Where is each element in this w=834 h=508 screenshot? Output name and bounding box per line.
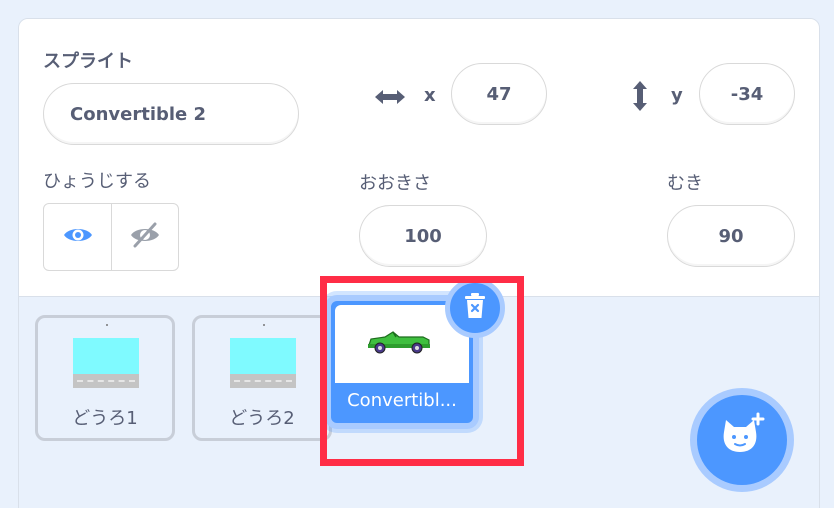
x-label: x [424, 85, 436, 106]
sprite-info-panel: スプライト Convertible 2 x 47 y -34 ひょうじする おお… [19, 19, 819, 297]
direction-input[interactable]: 90 [667, 205, 795, 267]
eye-icon [63, 225, 93, 249]
selected-sprite-name: Convertibl... [347, 390, 457, 411]
direction-label: むき [667, 173, 703, 194]
sprite-tile[interactable]: どうろ1 [35, 315, 175, 441]
sprite-name-input[interactable]: Convertible 2 [43, 83, 299, 145]
sprite-tile-name: どうろ2 [229, 408, 295, 429]
horizontal-arrows-icon [373, 87, 407, 111]
y-label: y [671, 85, 683, 106]
car-icon [368, 331, 430, 354]
x-input[interactable]: 47 [451, 63, 547, 125]
size-input[interactable]: 100 [359, 205, 487, 267]
trash-icon [463, 292, 487, 324]
y-input[interactable]: -34 [699, 63, 795, 125]
visibility-toggle [43, 203, 179, 271]
thumbnail-sky [230, 338, 296, 374]
thumbnail-dot [106, 324, 108, 326]
show-label: ひょうじする [43, 171, 151, 192]
cat-plus-icon [714, 410, 770, 470]
sprite-label: スプライト [43, 51, 133, 72]
sprite-thumbnail [230, 338, 296, 388]
thumbnail-road [73, 374, 139, 388]
sprite-thumbnail [73, 338, 139, 388]
vertical-arrows-icon [630, 79, 650, 117]
sprite-tile-name: どうろ1 [72, 408, 138, 429]
thumbnail-sky [73, 338, 139, 374]
delete-sprite-button[interactable] [445, 278, 505, 338]
thumbnail-road [230, 374, 296, 388]
show-button[interactable] [44, 204, 111, 270]
thumbnail-dot [263, 324, 265, 326]
eye-slash-icon [130, 222, 160, 252]
add-sprite-button[interactable] [690, 388, 794, 492]
size-label: おおきさ [359, 173, 431, 194]
sprite-tile[interactable]: どうろ2 [192, 315, 332, 441]
selected-sprite-wrapper: Convertibl... [322, 278, 505, 458]
hide-button[interactable] [111, 204, 178, 270]
